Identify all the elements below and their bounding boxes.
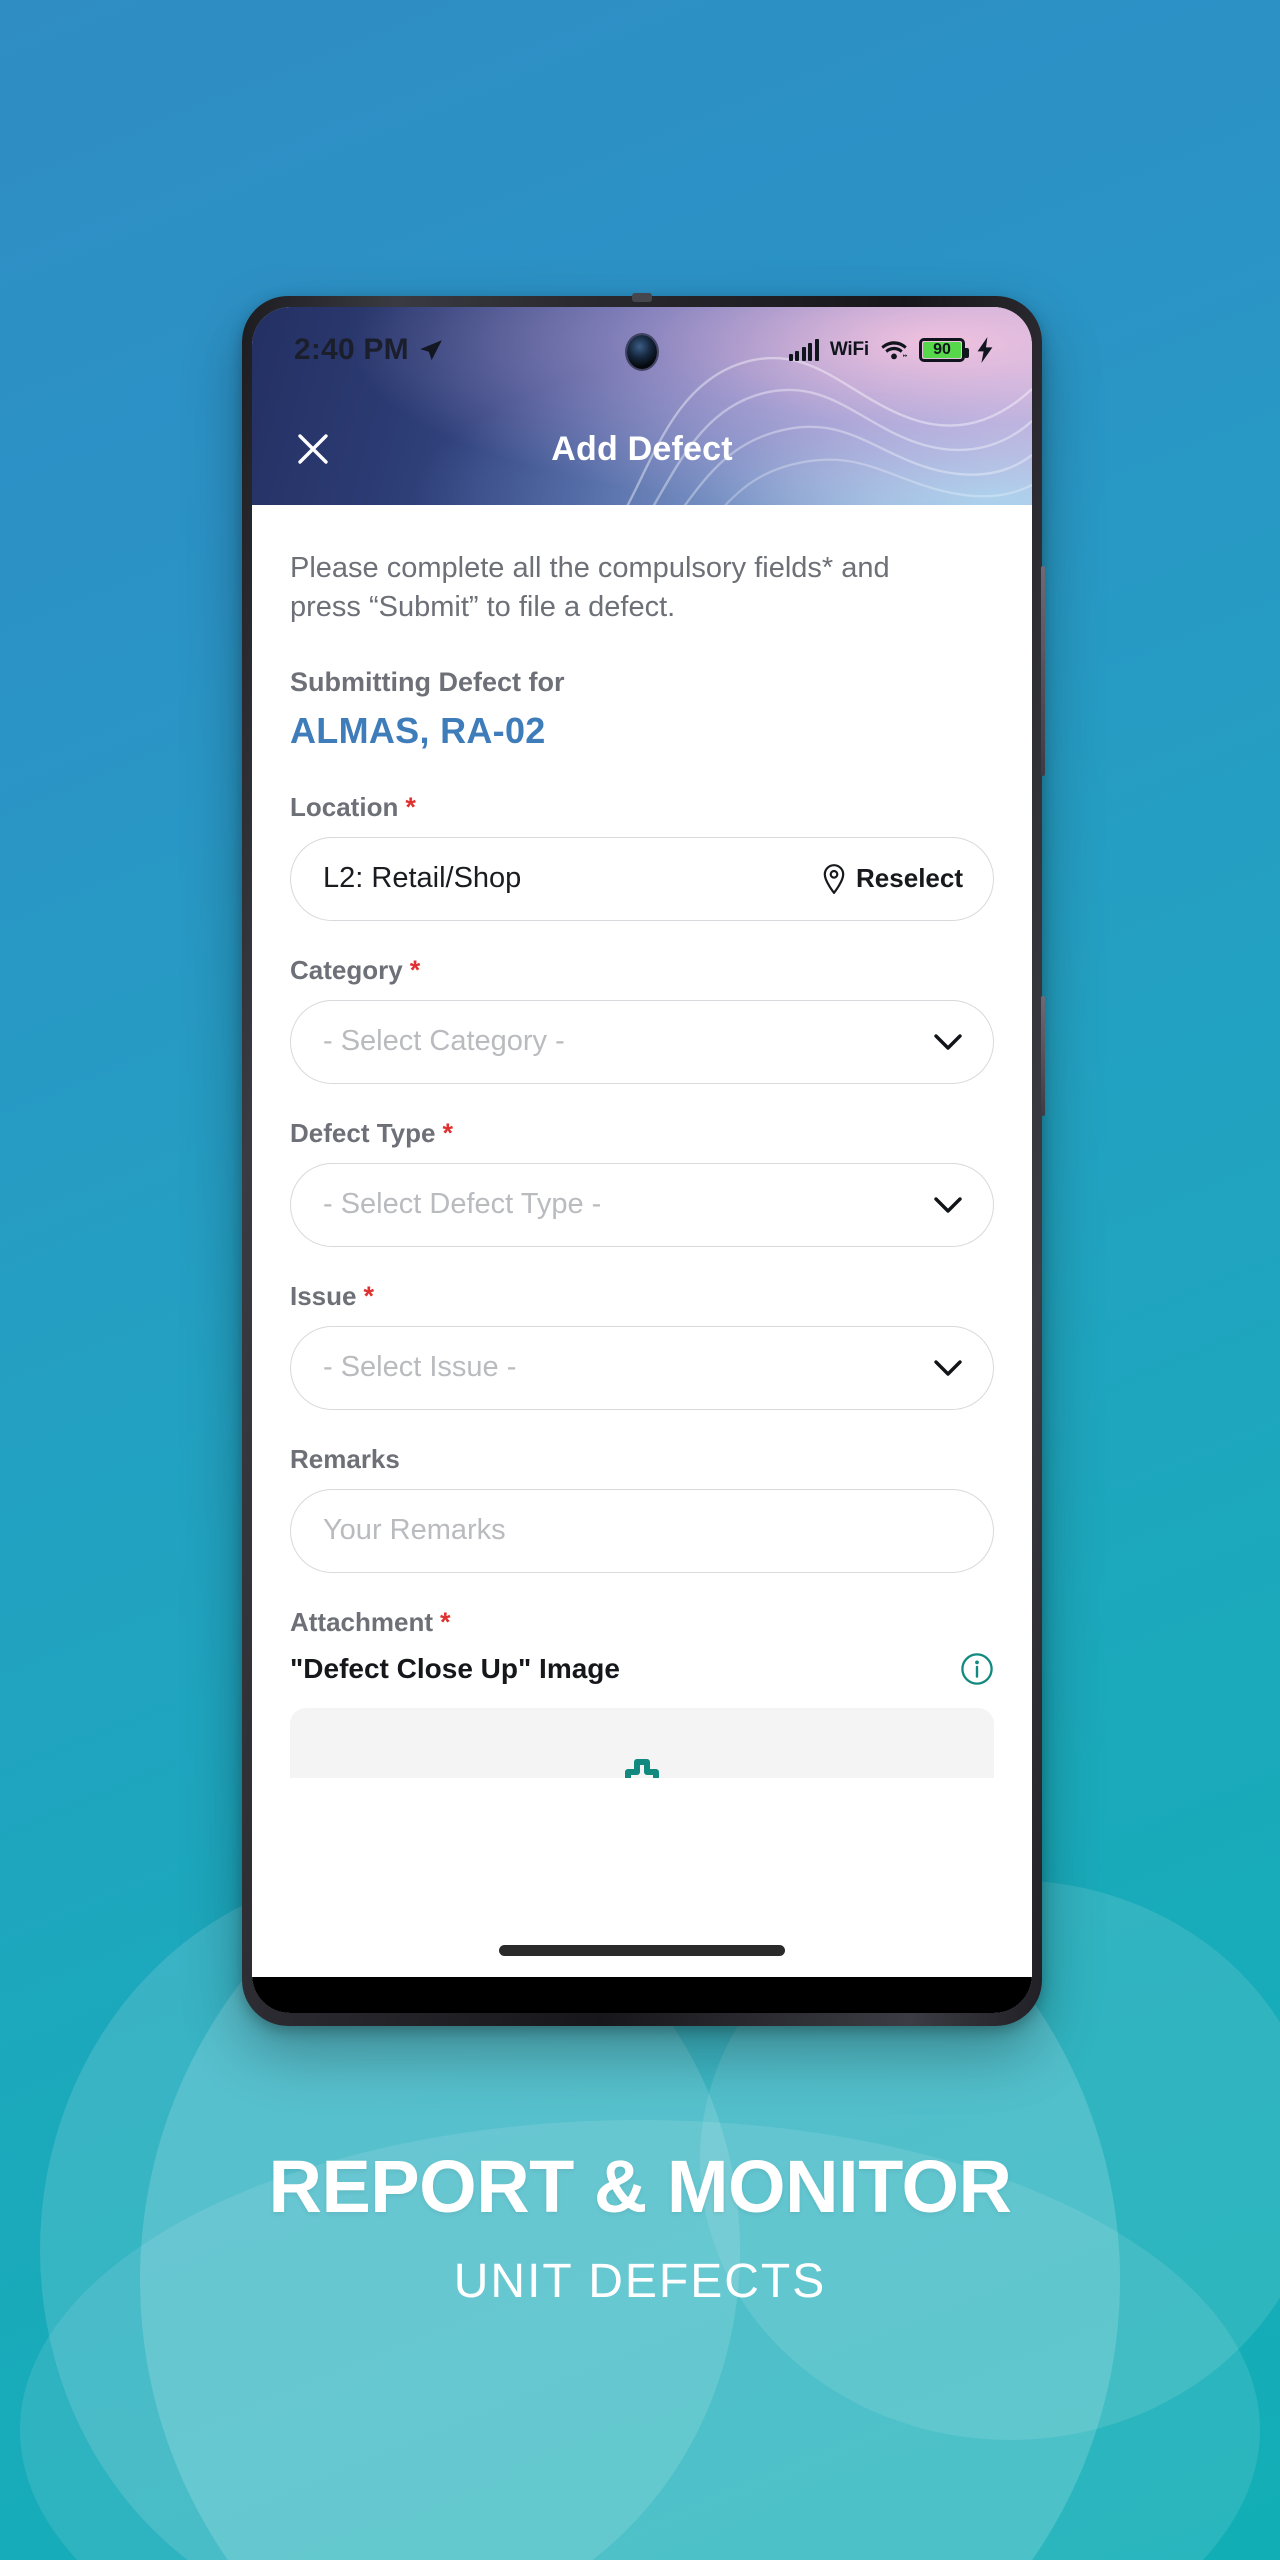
unit-name: ALMAS, RA-02	[290, 709, 546, 751]
reselect-button[interactable]: Reselect	[822, 863, 963, 894]
field-label-location: Location *	[290, 792, 994, 823]
home-indicator-area	[252, 1923, 1032, 1977]
page-title: Add Defect	[551, 429, 733, 468]
label-text: Attachment	[290, 1606, 434, 1637]
info-circle-icon[interactable]	[960, 1652, 994, 1686]
wifi-label: WiFi	[829, 339, 869, 360]
field-remarks: Remarks Your Remarks	[290, 1444, 994, 1573]
required-marker: *	[409, 954, 421, 985]
wifi-icon	[881, 341, 908, 360]
issue-placeholder: - Select Issue -	[323, 1351, 517, 1384]
field-label-issue: Issue *	[290, 1281, 994, 1312]
front-camera-punch-hole-icon	[627, 335, 657, 369]
label-text: Category	[290, 954, 403, 985]
close-button[interactable]	[286, 422, 340, 476]
field-location: Location * L2: Retail/Shop Reselect	[290, 792, 994, 921]
field-label-attachment: Attachment *	[290, 1607, 994, 1638]
category-placeholder: - Select Category -	[323, 1025, 565, 1058]
promo-copy: REPORT & MONITOR UNIT DEFECTS	[0, 2150, 1280, 2306]
home-indicator-bar[interactable]	[499, 1944, 785, 1956]
defect-type-select[interactable]: - Select Defect Type -	[290, 1162, 994, 1247]
chevron-down-icon	[934, 1197, 962, 1213]
attachment-item-row: "Defect Close Up" Image	[290, 1652, 994, 1686]
lightning-bolt-icon	[977, 337, 993, 363]
required-marker: *	[405, 791, 416, 822]
field-label-category: Category *	[290, 955, 994, 986]
field-label-defect-type: Defect Type *	[290, 1118, 994, 1149]
location-control[interactable]: L2: Retail/Shop Reselect	[290, 836, 994, 921]
promo-headline: REPORT & MONITOR	[268, 2145, 1012, 2228]
submitting-defect-label: Submitting Defect for	[290, 666, 565, 697]
field-attachment: Attachment * "Defect Close Up" Image	[290, 1607, 994, 1778]
remarks-placeholder: Your Remarks	[323, 1514, 506, 1547]
phone-mockup: 2:40 PM WiFi 90 Add Defect Please comple…	[242, 293, 1045, 2026]
phone-screen: 2:40 PM WiFi 90 Add Defect Please comple…	[252, 307, 1032, 2013]
app-header: 2:40 PM WiFi 90 Add Defect	[252, 307, 1032, 505]
status-bar-right: WiFi 90	[788, 337, 994, 363]
defect-type-placeholder: - Select Defect Type -	[323, 1188, 602, 1221]
defect-form: Please complete all the compulsory field…	[252, 505, 1032, 1923]
field-label-remarks: Remarks	[290, 1444, 994, 1475]
required-marker: *	[440, 1606, 451, 1637]
attachment-upload-area[interactable]	[290, 1707, 994, 1778]
earpiece-speaker-icon	[632, 293, 652, 302]
status-bar-left: 2:40 PM	[294, 333, 444, 367]
reselect-label: Reselect	[856, 863, 963, 894]
map-pin-icon	[823, 863, 845, 894]
label-text: Remarks	[290, 1443, 400, 1474]
label-text: Defect Type	[290, 1117, 436, 1148]
upload-cloud-icon	[625, 1758, 659, 1778]
header-title-row: Add Defect	[252, 393, 1032, 505]
required-marker: *	[442, 1117, 453, 1148]
promo-subhead: UNIT DEFECTS	[453, 2255, 827, 2308]
page-background: 2:40 PM WiFi 90 Add Defect Please comple…	[0, 0, 1280, 2560]
screen-bottom-black-area	[252, 1977, 1032, 2013]
location-value: L2: Retail/Shop	[323, 862, 522, 895]
phone-bezel: 2:40 PM WiFi 90 Add Defect Please comple…	[252, 307, 1032, 2013]
chevron-down-icon	[934, 1034, 962, 1050]
chevron-down-icon	[934, 1360, 962, 1376]
attachment-item-name: "Defect Close Up" Image	[290, 1652, 620, 1684]
power-button[interactable]	[1041, 996, 1045, 1116]
field-issue: Issue * - Select Issue -	[290, 1281, 994, 1410]
field-category: Category * - Select Category -	[290, 955, 994, 1084]
category-select[interactable]: - Select Category -	[290, 999, 994, 1084]
label-text: Location	[290, 791, 399, 822]
close-icon	[298, 434, 328, 464]
form-instructions: Please complete all the compulsory field…	[290, 552, 890, 623]
signal-bars-icon	[788, 339, 819, 361]
field-defect-type: Defect Type * - Select Defect Type -	[290, 1118, 994, 1247]
required-marker: *	[363, 1280, 375, 1311]
battery-level: 90	[933, 341, 951, 358]
issue-select[interactable]: - Select Issue -	[290, 1325, 994, 1410]
label-text: Issue	[290, 1280, 357, 1311]
status-bar-clock: 2:40 PM	[294, 333, 409, 366]
battery-icon: 90	[919, 338, 969, 362]
remarks-input[interactable]: Your Remarks	[290, 1488, 994, 1573]
volume-button[interactable]	[1041, 566, 1045, 776]
send-arrow-icon	[419, 340, 442, 361]
